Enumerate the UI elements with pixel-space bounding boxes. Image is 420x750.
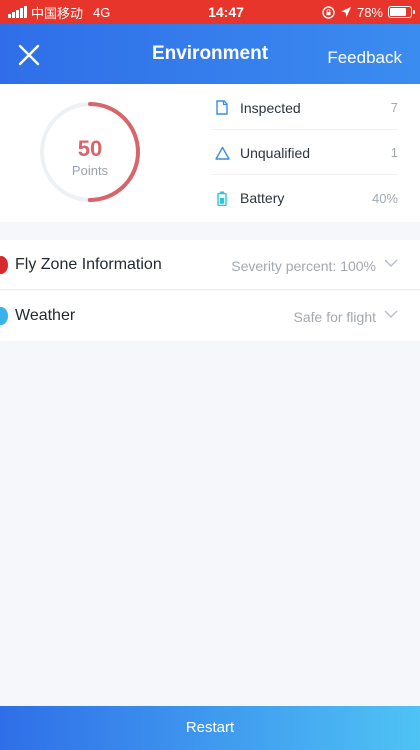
stat-unqualified: Unqualified 1 [212, 131, 398, 175]
stat-battery: Battery 40% [212, 176, 398, 220]
weather-label: Weather [15, 307, 76, 324]
status-bar-left: 中国移动 4G [0, 3, 150, 22]
status-bar: 中国移动 4G 14:47 78% [0, 0, 420, 24]
summary-card: 50 Points Inspected 7 Unqualified 1 Batt… [0, 84, 420, 222]
battery-icon [212, 190, 232, 206]
document-icon [212, 100, 232, 116]
stat-value: 1 [390, 145, 398, 160]
network-label: 4G [93, 4, 111, 20]
chevron-down-icon[interactable] [384, 258, 398, 268]
stat-label: Battery [240, 190, 285, 206]
status-time: 14:47 [208, 4, 244, 20]
score-unit: Points [71, 163, 109, 178]
fly-zone-value: Severity percent: 100% [231, 258, 376, 274]
feedback-button[interactable]: Feedback [327, 48, 402, 68]
restart-button[interactable]: Restart [0, 706, 420, 750]
fly-zone-label: Fly Zone Information [15, 256, 162, 273]
carrier-label: 中国移动 [31, 5, 84, 21]
status-bar-right: 78% [322, 5, 420, 20]
warning-triangle-icon [212, 145, 232, 161]
fly-zone-row[interactable]: Fly Zone Information Severity percent: 1… [0, 240, 420, 290]
weather-row[interactable]: Weather Safe for flight [0, 291, 420, 341]
stat-label: Inspected [240, 99, 301, 116]
stat-value: 40% [371, 190, 398, 206]
score-value: 50 [77, 136, 103, 161]
stat-label: Unqualified [240, 144, 311, 161]
weather-value: Safe for flight [293, 309, 377, 325]
signal-icon [8, 6, 27, 18]
close-icon[interactable] [18, 44, 40, 66]
stat-value: 7 [390, 100, 398, 115]
stat-inspected: Inspected 7 [212, 86, 398, 130]
chevron-down-icon[interactable] [384, 309, 398, 319]
screen-lock-icon [322, 5, 335, 19]
battery-percent: 78% [356, 4, 383, 20]
location-arrow-icon [340, 7, 351, 17]
nav-bar: Environment Feedback [0, 24, 420, 84]
status-dot [0, 307, 8, 325]
status-dot [0, 256, 8, 274]
battery-icon [388, 6, 415, 18]
